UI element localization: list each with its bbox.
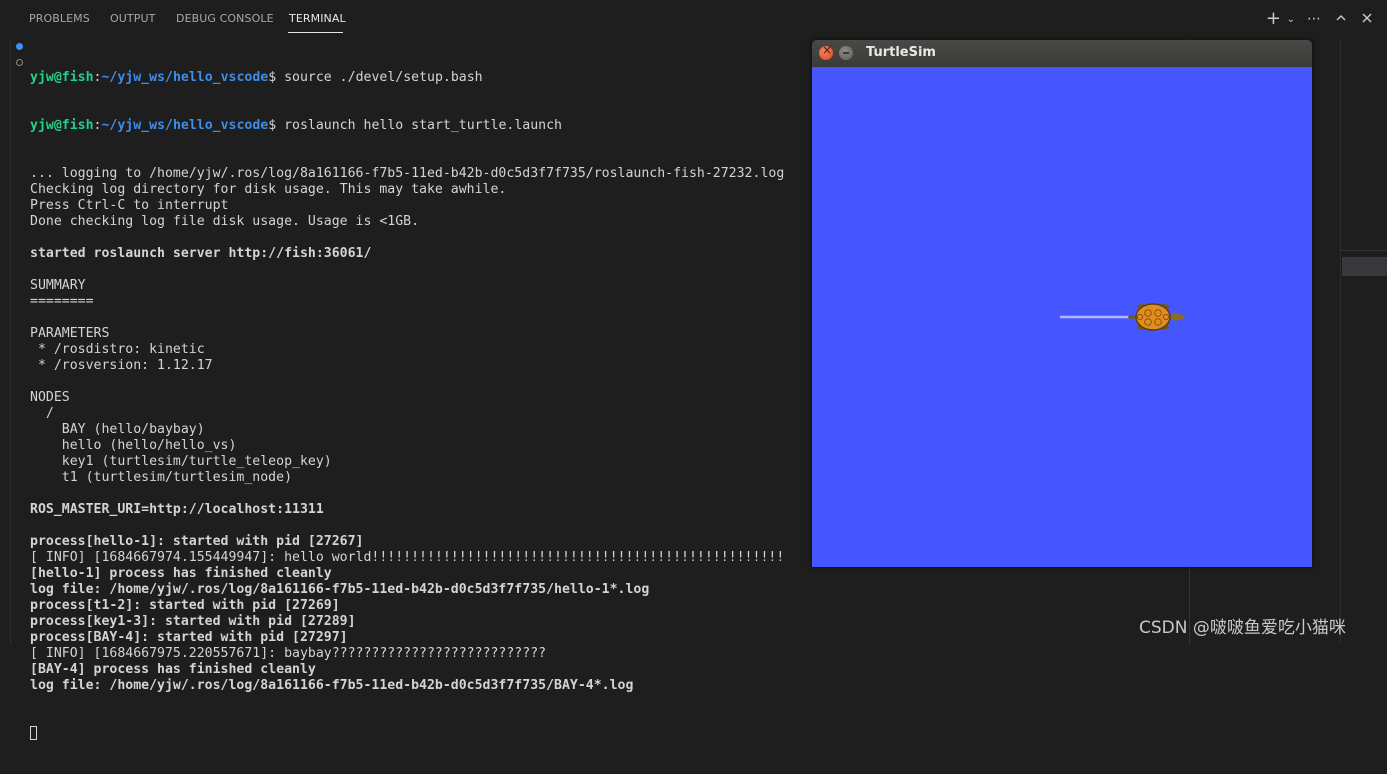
prompt-user: yjw@fish (30, 70, 94, 85)
split-divider-horizontal (1340, 250, 1387, 251)
log-line: Checking log directory for disk usage. T… (30, 182, 507, 197)
split-divider[interactable] (1340, 38, 1341, 645)
log-line: process[BAY-4]: started with pid [27297] (30, 630, 348, 645)
terminal-cursor-line[interactable] (30, 726, 784, 742)
watermark: CSDN @啵啵鱼爱吃小猫咪 (1139, 618, 1346, 638)
prompt-user: yjw@fish (30, 118, 94, 133)
log-line: / (30, 406, 54, 421)
terminal-output: yjw@fish:~/yjw_ws/hello_vscode$ source .… (30, 38, 784, 774)
prompt-command: roslaunch hello start_turtle.launch (284, 118, 562, 133)
prompt-symbol: $ (268, 70, 285, 85)
log-line: log file: /home/yjw/.ros/log/8a161166-f7… (30, 678, 634, 693)
log-line: * /rosversion: 1.12.17 (30, 358, 213, 373)
turtlesim-scene (1060, 303, 1186, 331)
tab-debug-console[interactable]: DEBUG CONSOLE (176, 12, 274, 25)
selected-list-item[interactable] (1342, 257, 1387, 276)
chevron-up-icon[interactable] (1335, 9, 1347, 29)
log-line: [BAY-4] process has finished cleanly (30, 662, 316, 677)
log-line: PARAMETERS (30, 326, 110, 341)
tab-problems[interactable]: PROBLEMS (29, 12, 90, 25)
terminal-cursor (30, 726, 37, 740)
prompt-line: yjw@fish:~/yjw_ws/hello_vscode$ source .… (30, 70, 483, 85)
log-line: ... logging to /home/yjw/.ros/log/8a1611… (30, 166, 785, 181)
log-line: process[key1-3]: started with pid [27289… (30, 614, 356, 629)
log-line: ROS_MASTER_URI=http://localhost:11311 (30, 502, 324, 517)
log-line: hello (hello/hello_vs) (30, 438, 237, 453)
prompt-path: ~/yjw_ws/hello_vscode (101, 70, 269, 85)
tab-output[interactable]: OUTPUT (110, 12, 155, 25)
log-line: log file: /home/yjw/.ros/log/8a161166-f7… (30, 582, 650, 597)
log-line: ======== (30, 294, 94, 309)
log-line: [ INFO] [1684667974.155449947]: hello wo… (30, 550, 785, 565)
prompt-command: source ./devel/setup.bash (284, 70, 483, 85)
prompt-path: ~/yjw_ws/hello_vscode (101, 118, 269, 133)
chevron-down-icon[interactable]: ⌄ (1287, 10, 1295, 30)
log-line: SUMMARY (30, 278, 86, 293)
turtle-icon (1128, 303, 1186, 331)
log-line: * /rosdistro: kinetic (30, 342, 205, 357)
log-line: [ INFO] [1684667975.220557671]: baybay??… (30, 646, 547, 661)
tab-terminal[interactable]: TERMINAL (289, 12, 346, 25)
window-minimize-icon[interactable] (839, 46, 853, 60)
command-success-dot-icon[interactable] (16, 43, 23, 50)
log-line: BAY (hello/baybay) (30, 422, 205, 437)
close-icon[interactable] (1361, 9, 1373, 29)
plus-icon[interactable]: + (1266, 9, 1281, 29)
active-tab-indicator (288, 32, 343, 33)
panel-tabbar: PROBLEMS OUTPUT DEBUG CONSOLE TERMINAL +… (0, 0, 1387, 36)
prompt-symbol: $ (268, 118, 285, 133)
log-line: NODES (30, 390, 70, 405)
turtlesim-window: TurtleSim (812, 40, 1312, 567)
log-line: key1 (turtlesim/turtle_teleop_key) (30, 454, 332, 469)
turtlesim-canvas[interactable] (812, 67, 1312, 567)
window-title: TurtleSim (866, 45, 936, 60)
command-running-dot-icon[interactable] (16, 59, 23, 66)
more-icon[interactable]: ⋯ (1307, 9, 1321, 29)
log-line: started roslaunch server http://fish:360… (30, 246, 372, 261)
log-line: t1 (turtlesim/turtlesim_node) (30, 470, 293, 485)
log-line: process[hello-1]: started with pid [2726… (30, 534, 364, 549)
prompt-line: yjw@fish:~/yjw_ws/hello_vscode$ roslaunc… (30, 118, 562, 133)
log-line: Press Ctrl-C to interrupt (30, 198, 229, 213)
turtlesim-titlebar[interactable]: TurtleSim (812, 40, 1312, 67)
window-close-icon[interactable] (819, 43, 833, 60)
log-line: Done checking log file disk usage. Usage… (30, 214, 420, 229)
log-line: process[t1-2]: started with pid [27269] (30, 598, 340, 613)
log-lines: ... logging to /home/yjw/.ros/log/8a1611… (30, 166, 784, 694)
log-line: [hello-1] process has finished cleanly (30, 566, 332, 581)
